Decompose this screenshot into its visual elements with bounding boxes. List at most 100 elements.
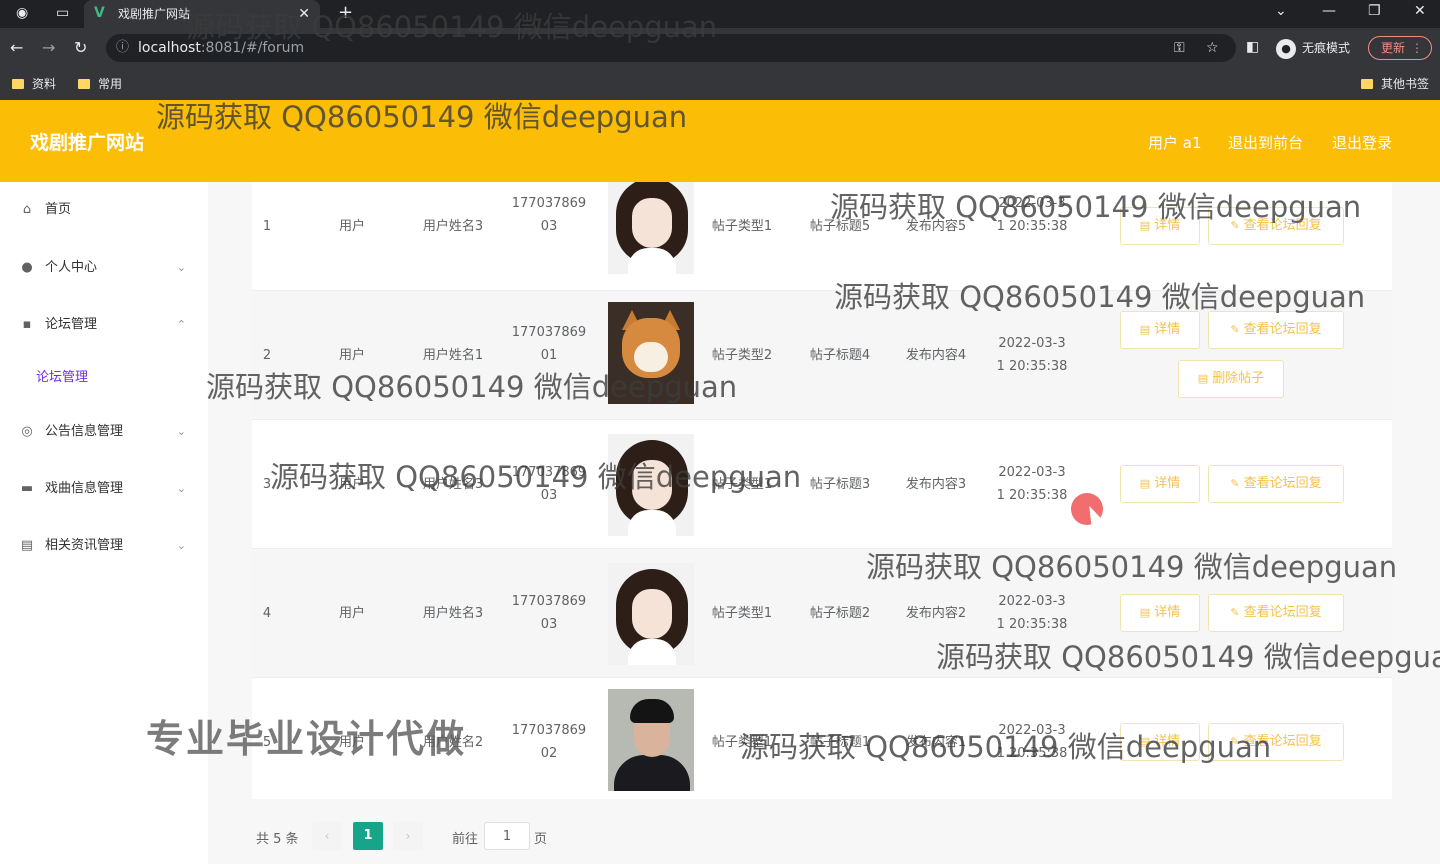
update-label: 更新 [1381, 41, 1406, 55]
edit-icon: ✎ [1230, 323, 1240, 336]
next-page-button[interactable]: › [393, 822, 423, 850]
clipboard-icon: ▤ [20, 538, 34, 553]
phone-part: 03 [540, 617, 558, 632]
time-part: 2022-03-3 [998, 594, 1066, 609]
watermark: 源码获取 QQ86050149 微信deepguan [866, 550, 1398, 584]
delete-post-button[interactable]: ▤ 删除帖子 [1178, 360, 1284, 398]
view-reply-button[interactable]: ✎ 查看论坛回复 [1208, 465, 1344, 503]
phone-part: 177037869 [511, 196, 587, 211]
sidebar-toggle-icon[interactable]: ◧ [1246, 39, 1259, 55]
sidebar-item-profile[interactable]: ● 个人中心 ⌄ [0, 248, 208, 288]
folder-icon [1361, 79, 1373, 89]
menu-dots-icon: ⋮ [1411, 41, 1423, 55]
document-icon: ▤ [1139, 477, 1151, 490]
sidebar-item-label: 相关资讯管理 [45, 538, 124, 553]
detail-button[interactable]: ▤ 详情 [1120, 465, 1200, 503]
sidebar-item-label: 首页 [45, 202, 72, 217]
chevron-up-icon: ⌃ [176, 318, 186, 331]
watermark: 源码获取 QQ86050149 微信deepguan [834, 280, 1366, 314]
site-info-icon[interactable]: ⓘ [116, 34, 129, 62]
bookmark-label: 资料 [32, 77, 57, 91]
cell-time: 2022-03-3 1 20:35:38 [992, 590, 1072, 636]
sidebar-item-label: 戏曲信息管理 [45, 481, 124, 496]
cell-post-title: 帖子标题3 [809, 477, 871, 492]
bookmark-folder[interactable]: 常用 [78, 75, 122, 92]
bookmark-folder[interactable]: 资料 [12, 75, 56, 92]
cell-post-type: 帖子类型1 [711, 219, 773, 234]
delete-post-label: 删除帖子 [1212, 371, 1265, 386]
view-reply-label: 查看论坛回复 [1243, 476, 1322, 491]
goto-page-input[interactable] [484, 822, 530, 850]
tab-search-icon[interactable]: ▭ [56, 5, 69, 21]
chat-icon: ▪ [22, 317, 32, 332]
minimize-icon[interactable]: — [1322, 3, 1336, 19]
browser-menu-icon[interactable]: ◉ [16, 5, 28, 21]
maximize-icon[interactable]: ❐ [1368, 3, 1381, 19]
key-icon[interactable]: ⚿ [1174, 34, 1185, 62]
folder-icon [12, 79, 24, 89]
detail-label: 详情 [1154, 322, 1181, 337]
sidebar-subitem-label: 论坛管理 [36, 370, 89, 385]
view-reply-label: 查看论坛回复 [1243, 605, 1322, 620]
sidebar-item-label: 公告信息管理 [45, 424, 124, 439]
cell-phone: 177037869 02 [504, 719, 594, 765]
cell-index: 1 [262, 219, 272, 234]
watermark: 源码获取 QQ86050149 微信deepguan [206, 370, 738, 404]
delete-icon: ▤ [1197, 372, 1209, 385]
cell-user-type: 用户 [338, 219, 365, 234]
forward-icon[interactable]: → [42, 38, 55, 57]
back-icon[interactable]: ← [10, 38, 23, 57]
detail-button[interactable]: ▤ 详情 [1120, 311, 1200, 349]
phone-part: 02 [540, 746, 558, 761]
cursor-highlight [1071, 493, 1103, 525]
sidebar-item-home[interactable]: ⌂ 首页 [0, 190, 208, 230]
sidebar-subitem-forum[interactable]: 论坛管理 [0, 358, 208, 398]
cell-post-type: 帖子类型1 [711, 606, 773, 621]
logout-link[interactable]: 退出登录 [1332, 132, 1392, 153]
compass-icon: ◎ [21, 424, 33, 439]
watermark: 源码获取 QQ86050149 微信deepguan [156, 100, 688, 134]
close-window-icon[interactable]: ✕ [1414, 3, 1426, 19]
view-reply-button[interactable]: ✎ 查看论坛回复 [1208, 594, 1344, 632]
cell-index: 4 [262, 606, 272, 621]
cell-content: 发布内容3 [905, 477, 967, 492]
goto-label: 前往 [452, 832, 479, 847]
cell-phone: 177037869 03 [504, 590, 594, 636]
detail-button[interactable]: ▤ 详情 [1120, 594, 1200, 632]
document-icon: ▤ [1139, 323, 1151, 336]
chevron-down-icon: ⌄ [176, 261, 186, 274]
watermark-large: 专业毕业设计代做 [146, 717, 467, 761]
phone-part: 177037869 [511, 325, 587, 340]
folder-icon [78, 79, 90, 89]
avatar [608, 563, 694, 665]
sidebar-item-label: 个人中心 [45, 260, 98, 275]
view-reply-button[interactable]: ✎ 查看论坛回复 [1208, 311, 1344, 349]
edit-icon: ✎ [1230, 477, 1240, 490]
sidebar-item-forum[interactable]: ▪ 论坛管理 ⌃ [0, 305, 208, 345]
cell-user-name: 用户姓名3 [422, 219, 484, 234]
incognito-indicator[interactable]: ● 无痕模式 [1276, 36, 1350, 60]
watermark: 源码获取 QQ86050149 微信deepguan [270, 460, 802, 494]
sidebar-item-notice[interactable]: ◎ 公告信息管理 ⌄ [0, 412, 208, 452]
bookmark-star-icon[interactable]: ☆ [1206, 34, 1219, 62]
site-title: 戏剧推广网站 [30, 132, 145, 154]
chevron-down-icon: ⌄ [176, 539, 186, 552]
watermark: 源码获取 QQ86050149 微信deepguan [936, 640, 1440, 674]
prev-page-button[interactable]: ‹ [312, 822, 342, 850]
update-button[interactable]: 更新 ⋮ [1368, 36, 1432, 60]
sidebar-item-label: 论坛管理 [45, 317, 98, 332]
phone-part: 01 [540, 348, 558, 363]
avatar [608, 182, 694, 274]
sidebar-item-opera[interactable]: ▬ 戏曲信息管理 ⌄ [0, 469, 208, 509]
cell-post-title: 帖子标题2 [809, 606, 871, 621]
page-number-current[interactable]: 1 [353, 822, 383, 850]
avatar [608, 689, 694, 791]
sidebar-item-news[interactable]: ▤ 相关资讯管理 ⌄ [0, 526, 208, 566]
back-to-front-link[interactable]: 退出到前台 [1228, 132, 1303, 153]
incognito-icon: ● [1276, 38, 1296, 59]
other-bookmarks[interactable]: 其他书签 [1361, 75, 1429, 92]
cell-post-title: 帖子标题4 [809, 348, 871, 363]
tab-list-icon[interactable]: ⌄ [1275, 3, 1287, 19]
view-reply-label: 查看论坛回复 [1243, 322, 1322, 337]
reload-icon[interactable]: ↻ [74, 38, 87, 57]
